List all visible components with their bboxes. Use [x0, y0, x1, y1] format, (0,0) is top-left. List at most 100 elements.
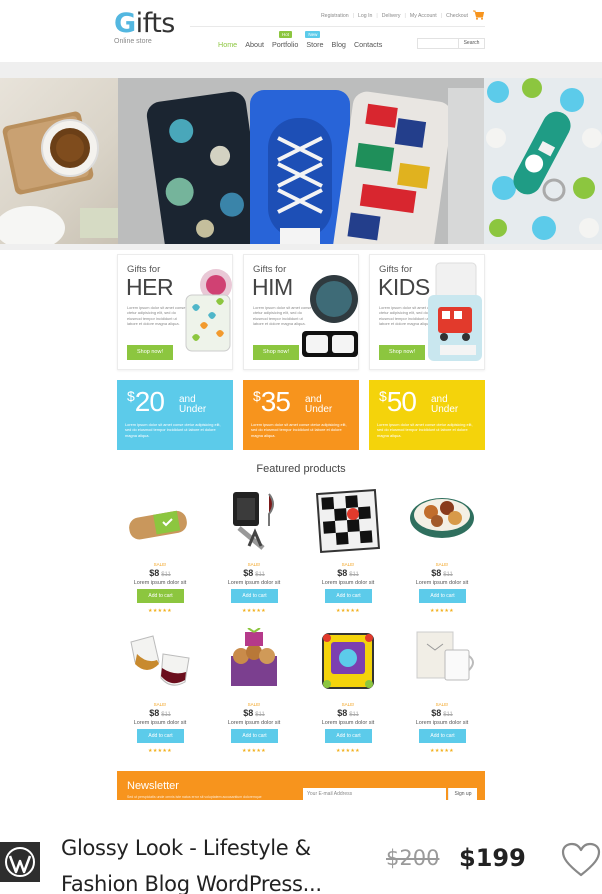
category-card-her[interactable]: Gifts for HER Lorem ipsum dolor sit amet… — [117, 254, 233, 370]
add-to-cart-button[interactable]: Add to cart — [231, 729, 278, 743]
price-tile-50[interactable]: $50 and Under Lorem ipsum dolor sit amet … — [369, 380, 485, 450]
sale-label: SALE! — [247, 702, 261, 707]
price-tile-text: Lorem ipsum dolor sit amet conse ctetur … — [251, 422, 347, 438]
nav-blog[interactable]: Blog — [332, 40, 346, 49]
newsletter-email-input[interactable]: Your E-mail Address — [303, 788, 446, 800]
price-tile-text: Lorem ipsum dolor sit amet conse ctetur … — [377, 422, 473, 438]
product-price: $8 $11 — [149, 708, 171, 718]
product-name[interactable]: Lorem ipsum dolor sit — [209, 720, 299, 726]
top-links: Registration | Log In | Delivery | My Ac… — [320, 13, 468, 19]
newsletter-section: Newsletter Sed ut perspiciatis unde omni… — [117, 771, 485, 800]
product-price: $8 $11 — [149, 568, 171, 578]
top-link-checkout[interactable]: Checkout — [446, 13, 468, 19]
top-link-login[interactable]: Log In — [358, 13, 372, 19]
category-card-him[interactable]: Gifts for HIM Lorem ipsum dolor sit amet… — [243, 254, 359, 370]
sale-label: SALE! — [341, 702, 355, 707]
wordpress-logo-icon — [0, 842, 40, 882]
rating-stars: ★★★★★ — [242, 608, 266, 614]
wallet-product-image — [185, 269, 232, 352]
add-to-cart-button[interactable]: Add to cart — [137, 589, 184, 603]
product-card[interactable]: SALE! $8 $11 Lorem ipsum dolor sit Add to… — [115, 488, 205, 618]
top-link-account[interactable]: My Account — [410, 13, 437, 19]
old-price: $200 — [386, 846, 440, 870]
top-link-delivery[interactable]: Delivery — [382, 13, 401, 19]
listing-bar: Glossy Look - Lifestyle & Fashion Blog W… — [0, 822, 602, 894]
category-cards: Gifts for HER Lorem ipsum dolor sit amet… — [117, 254, 485, 370]
rating-stars: ★★★★★ — [148, 608, 172, 614]
product-card[interactable]: SALE! $8 $11 Lorem ipsum dolor sit Add to… — [303, 488, 393, 618]
add-to-cart-button[interactable]: Add to cart — [419, 729, 466, 743]
category-card-kids[interactable]: Gifts for KIDS Lorem ipsum dolor sit ame… — [369, 254, 485, 370]
hero-bottle-opener-image — [484, 78, 602, 244]
add-to-cart-button[interactable]: Add to cart — [231, 589, 278, 603]
price-tile-caption: and Under — [431, 394, 459, 415]
add-to-cart-button[interactable]: Add to cart — [419, 589, 466, 603]
shop-now-button[interactable]: Shop now! — [379, 345, 425, 360]
toy-cube-icon — [322, 633, 374, 689]
search-button[interactable]: Search — [458, 39, 484, 48]
price-range-tiles: $20 and Under Lorem ipsum dolor sit amet … — [117, 380, 485, 450]
featured-products-heading: Featured products — [256, 463, 346, 475]
card-heading: HER — [126, 274, 174, 300]
product-card[interactable]: SALE! $8 $11 Lorem ipsum dolor sit Add to… — [397, 628, 487, 758]
hero-phone-cases-image — [118, 78, 484, 244]
shop-now-button[interactable]: Shop now! — [253, 345, 299, 360]
nav-contacts[interactable]: Contacts — [354, 40, 382, 49]
product-name[interactable]: Lorem ipsum dolor sit — [397, 720, 487, 726]
product-price: $8 $11 — [431, 708, 453, 718]
main-nav: Home About Hot Portfolio New Store Blog … — [218, 31, 382, 49]
hero-slider[interactable] — [0, 78, 602, 244]
product-name[interactable]: Lorem ipsum dolor sit — [115, 720, 205, 726]
product-name[interactable]: Lorem ipsum dolor sit — [397, 580, 487, 586]
product-card[interactable]: SALE! $8 $11 Lorem ipsum dolor sit Add to… — [303, 628, 393, 758]
rating-stars: ★★★★★ — [430, 608, 454, 614]
price-tile-caption: and Under — [305, 394, 333, 415]
wine-set-icon — [233, 492, 274, 550]
top-link-registration[interactable]: Registration — [321, 13, 349, 19]
newsletter-title: Newsletter — [127, 780, 179, 792]
nav-portfolio[interactable]: Hot Portfolio — [272, 31, 298, 49]
price-tile-35[interactable]: $35 and Under Lorem ipsum dolor sit amet … — [243, 380, 359, 450]
listing-title[interactable]: Glossy Look - Lifestyle & Fashion Blog W… — [61, 830, 351, 894]
product-price: $8 $11 — [431, 568, 453, 578]
sale-label: SALE! — [341, 562, 355, 567]
product-card[interactable]: SALE! $8 $11 Lorem ipsum dolor sit Add to… — [209, 488, 299, 618]
search-input[interactable]: Search — [417, 38, 485, 49]
rating-stars: ★★★★★ — [242, 748, 266, 754]
card-heading: HIM — [252, 274, 293, 300]
add-to-cart-button[interactable]: Add to cart — [137, 729, 184, 743]
rating-stars: ★★★★★ — [336, 608, 360, 614]
product-card[interactable]: SALE! $8 $11 Lorem ipsum dolor sit Add to… — [209, 628, 299, 758]
shop-now-button[interactable]: Shop now! — [127, 345, 173, 360]
nav-about[interactable]: About — [245, 40, 264, 49]
product-price: $8 $11 — [337, 568, 359, 578]
cart-icon[interactable] — [473, 10, 484, 20]
wooden-box-icon — [129, 510, 187, 540]
nav-store[interactable]: New Store — [305, 31, 324, 49]
product-price: $8 $11 — [243, 708, 265, 718]
product-card[interactable]: SALE! $8 $11 Lorem ipsum dolor sit Add to… — [115, 628, 205, 758]
site-logo[interactable]: Gifts Online store — [114, 10, 175, 46]
newsletter-signup-button[interactable]: Sign up — [448, 788, 477, 800]
logo-tagline: Online store — [114, 38, 152, 45]
newsletter-description: Sed ut perspiciatis unde omnis iste natu… — [127, 795, 262, 799]
sale-label: SALE! — [247, 562, 261, 567]
price-tile-20[interactable]: $20 and Under Lorem ipsum dolor sit amet … — [117, 380, 233, 450]
product-name[interactable]: Lorem ipsum dolor sit — [303, 580, 393, 586]
product-name[interactable]: Lorem ipsum dolor sit — [209, 580, 299, 586]
product-name[interactable]: Lorem ipsum dolor sit — [115, 580, 205, 586]
add-to-cart-button[interactable]: Add to cart — [325, 589, 372, 603]
rating-stars: ★★★★★ — [430, 748, 454, 754]
price-tile-text: Lorem ipsum dolor sit amet conse ctetur … — [125, 422, 221, 438]
card-heading: KIDS — [378, 274, 430, 300]
cookie-box-icon — [231, 628, 277, 686]
product-name[interactable]: Lorem ipsum dolor sit — [303, 720, 393, 726]
nav-home[interactable]: Home — [218, 40, 237, 49]
price-tile-caption: and Under — [179, 394, 207, 415]
current-price: $199 — [459, 844, 526, 872]
product-card[interactable]: SALE! $8 $11 Lorem ipsum dolor sit Add to… — [397, 488, 487, 618]
heart-icon[interactable] — [561, 842, 601, 878]
add-to-cart-button[interactable]: Add to cart — [325, 729, 372, 743]
sunglasses-product-image — [302, 275, 358, 357]
price-tile-amount: $35 — [253, 386, 291, 417]
